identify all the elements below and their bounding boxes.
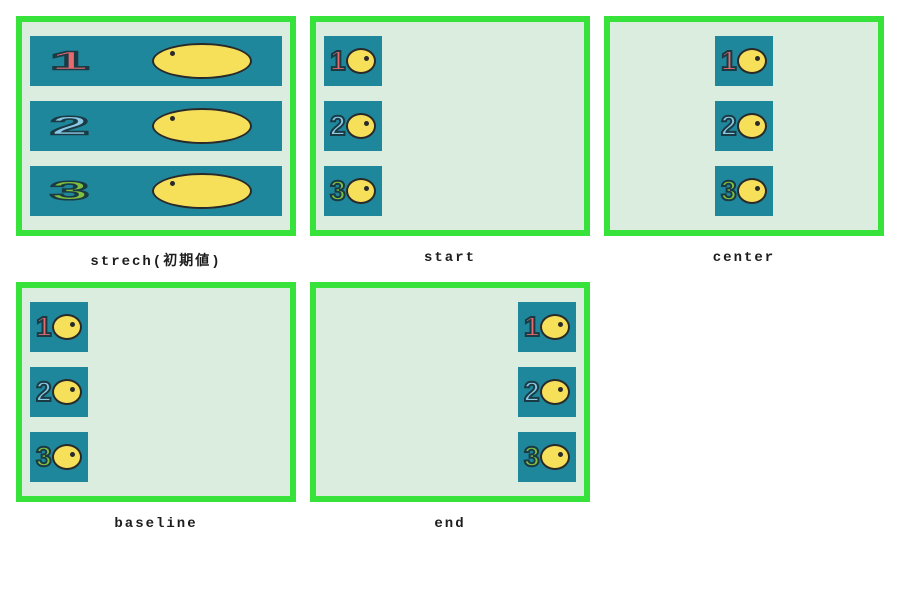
grid-item-2: 2 bbox=[30, 101, 282, 151]
grid-item-2: 2 bbox=[30, 367, 88, 417]
grid-item-3: 3 bbox=[324, 166, 382, 216]
cell-stretch: 1 2 3 strech(初期値) bbox=[16, 16, 296, 270]
number-3-icon: 3 bbox=[36, 441, 52, 473]
cell-baseline: 1 2 3 baseline bbox=[16, 282, 296, 532]
cell-start: 1 2 3 start bbox=[310, 16, 590, 270]
bird-icon bbox=[737, 113, 767, 139]
demo-grid: 1 2 3 strech(初期値) 1 bbox=[16, 16, 884, 532]
grid-row: 3 bbox=[618, 166, 870, 216]
grid-row: 2 bbox=[324, 367, 576, 417]
number-2-icon: 2 bbox=[50, 111, 89, 141]
number-1-icon: 1 bbox=[330, 45, 346, 77]
bird-icon bbox=[52, 379, 82, 405]
panel-start: 1 2 3 bbox=[310, 16, 590, 236]
grid-item-1: 1 bbox=[715, 36, 773, 86]
bird-icon bbox=[52, 444, 82, 470]
grid-item-3: 3 bbox=[30, 166, 282, 216]
bird-icon bbox=[152, 43, 252, 79]
bird-icon bbox=[346, 48, 376, 74]
grid-row: 3 bbox=[30, 166, 282, 216]
grid-item-1: 1 bbox=[30, 36, 282, 86]
panel-baseline: 1 2 3 bbox=[16, 282, 296, 502]
grid-row: 2 bbox=[30, 367, 282, 417]
number-3-icon: 3 bbox=[721, 175, 737, 207]
cell-center: 1 2 3 center bbox=[604, 16, 884, 270]
grid-row: 1 bbox=[30, 302, 282, 352]
panel-end: 1 2 3 bbox=[310, 282, 590, 502]
bird-icon bbox=[52, 314, 82, 340]
number-2-icon: 2 bbox=[36, 376, 52, 408]
panel-center: 1 2 3 bbox=[604, 16, 884, 236]
grid-row: 1 bbox=[324, 302, 576, 352]
panel-stretch: 1 2 3 bbox=[16, 16, 296, 236]
grid-row: 2 bbox=[324, 101, 576, 151]
panel-label: start bbox=[424, 250, 476, 266]
bird-icon bbox=[737, 48, 767, 74]
panel-label: center bbox=[713, 250, 775, 266]
panel-label: baseline bbox=[114, 516, 197, 532]
bird-icon bbox=[152, 173, 252, 209]
number-2-icon: 2 bbox=[721, 110, 737, 142]
grid-row: 3 bbox=[324, 432, 576, 482]
grid-row: 3 bbox=[324, 166, 576, 216]
number-1-icon: 1 bbox=[721, 45, 737, 77]
grid-item-3: 3 bbox=[30, 432, 88, 482]
grid-row: 1 bbox=[618, 36, 870, 86]
number-3-icon: 3 bbox=[524, 441, 540, 473]
bird-icon bbox=[540, 444, 570, 470]
bird-icon bbox=[540, 314, 570, 340]
number-3-icon: 3 bbox=[330, 175, 346, 207]
bird-icon bbox=[152, 108, 252, 144]
grid-row: 2 bbox=[30, 101, 282, 151]
number-3-icon: 3 bbox=[50, 177, 89, 207]
grid-item-1: 1 bbox=[324, 36, 382, 86]
grid-item-2: 2 bbox=[518, 367, 576, 417]
cell-end: 1 2 3 end bbox=[310, 282, 590, 532]
bird-icon bbox=[346, 113, 376, 139]
grid-row: 1 bbox=[324, 36, 576, 86]
grid-item-2: 2 bbox=[715, 101, 773, 151]
bird-icon bbox=[540, 379, 570, 405]
grid-row: 3 bbox=[30, 432, 282, 482]
grid-item-3: 3 bbox=[715, 166, 773, 216]
grid-item-1: 1 bbox=[30, 302, 88, 352]
bird-icon bbox=[737, 178, 767, 204]
grid-item-2: 2 bbox=[324, 101, 382, 151]
panel-label: strech(初期値) bbox=[90, 250, 221, 270]
grid-item-1: 1 bbox=[518, 302, 576, 352]
number-1-icon: 1 bbox=[36, 311, 52, 343]
number-1-icon: 1 bbox=[50, 46, 89, 76]
panel-label: end bbox=[434, 516, 465, 532]
bird-icon bbox=[346, 178, 376, 204]
number-2-icon: 2 bbox=[330, 110, 346, 142]
grid-item-3: 3 bbox=[518, 432, 576, 482]
number-1-icon: 1 bbox=[524, 311, 540, 343]
grid-row: 2 bbox=[618, 101, 870, 151]
grid-row: 1 bbox=[30, 36, 282, 86]
number-2-icon: 2 bbox=[524, 376, 540, 408]
